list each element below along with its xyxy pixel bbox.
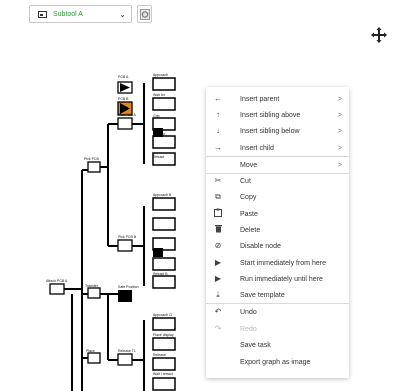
menu-item-label: Insert sibling below: [240, 127, 300, 135]
node-label: Place display: [153, 333, 174, 337]
trash-icon: [213, 224, 223, 236]
menu-item-label: Undo: [240, 308, 257, 316]
arrow-up-icon: ↑: [216, 110, 220, 119]
node-label: Wait / retract: [153, 372, 173, 376]
node-label: Approach Cl: [153, 313, 173, 317]
node-label: Place: [86, 349, 95, 353]
menu-item-label: Paste: [240, 210, 258, 218]
menu-item-undo[interactable]: ↶ Undo: [206, 304, 349, 320]
menu-item-label: Cut: [240, 177, 251, 185]
menu-item-label: Save task: [240, 341, 271, 349]
node-label: Pick PCB: [84, 157, 99, 161]
menu-item-label: Insert sibling above: [240, 111, 301, 119]
node-label: PCB B: [118, 97, 129, 101]
node-label: Wait for: [153, 93, 165, 97]
node-label: Approach B: [153, 193, 172, 197]
chevron-right-icon: >: [337, 144, 342, 152]
menu-item-start-from-here[interactable]: ▶ Start immediately from here: [206, 255, 349, 271]
redo-icon: ↷: [214, 324, 222, 333]
menu-item-save-task[interactable]: Save task: [206, 337, 349, 353]
menu-item-disable-node[interactable]: ⊘ Disable node: [206, 238, 349, 254]
node-label: Grip: [153, 114, 160, 118]
chevron-right-icon: >: [337, 127, 342, 135]
menu-item-label: Disable node: [240, 242, 281, 250]
menu-item-save-template[interactable]: ⤓ Save template: [206, 287, 349, 303]
node-label: Release: [153, 353, 166, 357]
save-template-icon: ⤓: [216, 290, 220, 299]
menu-item-label: Save template: [240, 291, 285, 299]
node-label: Attach PCB A: [46, 279, 68, 283]
play-icon: ▶: [214, 274, 222, 283]
play-icon: ▶: [214, 258, 222, 267]
disable-icon: ⊘: [214, 241, 222, 250]
arrow-right-icon: →: [214, 143, 222, 152]
node-label: PCB A: [118, 75, 129, 79]
node-label: Transfer: [85, 284, 98, 288]
menu-item-copy[interactable]: ⧉ Copy: [206, 189, 349, 205]
menu-item-label: Insert child: [240, 144, 274, 152]
menu-item-insert-sibling-below[interactable]: ↓ Insert sibling below >: [206, 123, 349, 139]
arrow-down-icon: ↓: [216, 126, 220, 135]
menu-item-export-graph[interactable]: Export graph as image: [206, 354, 349, 370]
node-label: Wait for: [153, 132, 165, 136]
menu-item-redo[interactable]: ↷ Redo: [206, 321, 349, 337]
menu-item-run-until-here[interactable]: ▶ Run immediately until here: [206, 271, 349, 287]
context-menu: ← Insert parent > ↑ Insert sibling above…: [206, 87, 349, 378]
node-label: Retract B: [153, 272, 168, 276]
menu-item-delete[interactable]: Delete: [206, 222, 349, 238]
arrow-left-icon: ←: [214, 94, 222, 103]
menu-item-label: Delete: [240, 226, 261, 234]
node-label: Pick PCB A: [118, 113, 136, 117]
menu-item-insert-parent[interactable]: ← Insert parent >: [206, 91, 349, 107]
menu-item-paste[interactable]: Paste: [206, 206, 349, 222]
menu-item-insert-sibling-above[interactable]: ↑ Insert sibling above >: [206, 107, 349, 123]
menu-item-move[interactable]: Move >: [206, 157, 349, 173]
paste-icon: [213, 208, 223, 220]
menu-item-label: Start immediately from here: [240, 259, 326, 267]
chevron-right-icon: >: [337, 111, 342, 119]
menu-item-label: Move: [240, 161, 258, 169]
node-label: Approach: [153, 73, 168, 77]
chevron-right-icon: >: [337, 95, 342, 103]
chevron-right-icon: >: [337, 161, 342, 169]
node-label: Retract: [153, 155, 165, 159]
node-label: Pick PCB B: [118, 235, 137, 239]
menu-item-label: Export graph as image: [240, 358, 311, 366]
undo-icon: ↶: [214, 307, 222, 316]
menu-item-label: Insert parent: [240, 95, 280, 103]
menu-item-label: Redo: [240, 325, 257, 333]
scissors-icon: ✂: [214, 176, 222, 185]
copy-icon: ⧉: [215, 192, 221, 201]
menu-item-cut[interactable]: ✂ Cut: [206, 173, 349, 189]
menu-item-insert-child[interactable]: → Insert child >: [206, 140, 349, 156]
node-label: Safe Position: [118, 285, 139, 289]
menu-item-label: Copy: [240, 193, 257, 201]
node-label: Release TL: [118, 349, 136, 353]
menu-item-label: Run immediately until here: [240, 275, 323, 283]
